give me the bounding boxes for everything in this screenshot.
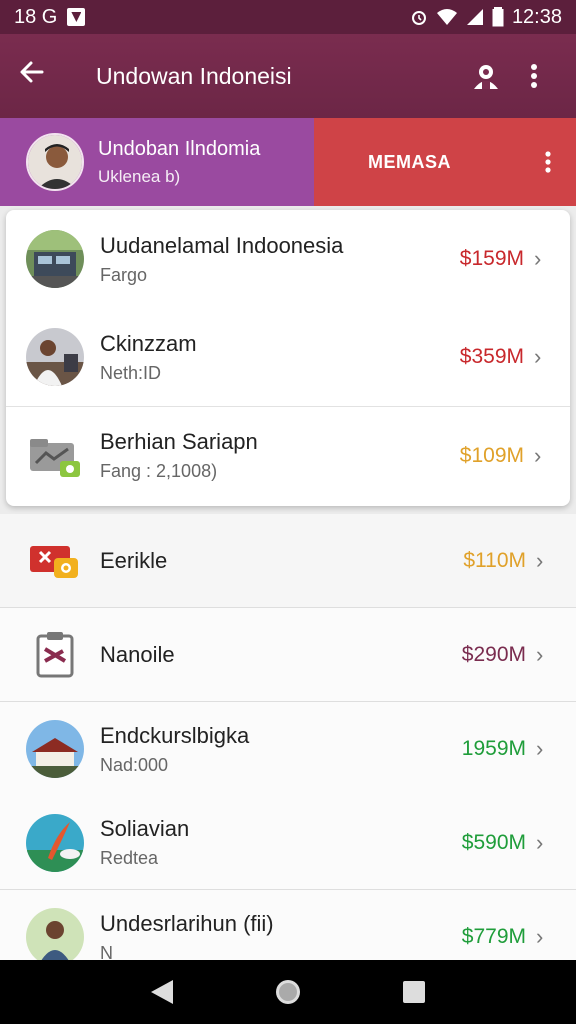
row-sub: Fang : 2,1008) <box>100 461 218 481</box>
row-name: Ckinzzam <box>100 330 197 356</box>
row-sub: Nad:000 <box>100 754 169 775</box>
list-item[interactable]: Uudanelamal Indoonesia Fargo $159M › <box>6 210 570 308</box>
back-arrow-icon[interactable] <box>18 58 66 94</box>
row-amount: $109M <box>459 443 524 467</box>
signal-icon <box>466 9 483 25</box>
row-amount: $290M <box>461 642 526 666</box>
row-amount: $359M <box>459 345 524 368</box>
row-name: Nanoile <box>100 641 175 667</box>
clipboard-icon <box>26 626 84 684</box>
notification-icon <box>67 8 86 26</box>
transaction-list: Eerikle $110M › Nanoile $290M › Endckurs… <box>0 514 576 984</box>
photo-person <box>26 328 84 386</box>
account-name: Undoban Ilndomia <box>98 137 261 160</box>
row-sub: Fargo <box>100 264 148 285</box>
list-item[interactable]: Endckurslbigka Nad:000 1959M › <box>0 702 576 796</box>
account-subtitle: Uklenea b) <box>98 166 181 186</box>
recents-nav-icon[interactable] <box>401 979 427 1005</box>
row-amount: 1959M <box>461 737 526 760</box>
list-item[interactable]: Berhian Sariapn Fang : 2,1008) $109M › <box>6 406 570 504</box>
photo-feather <box>26 813 84 872</box>
photo-house <box>26 720 84 778</box>
account-strip: Undoban Ilndomia Uklenea b) MEMASA <box>0 118 576 206</box>
account-icon[interactable] <box>462 61 510 91</box>
account-action[interactable]: MEMASA <box>314 118 576 206</box>
row-name: Berhian Sariapn <box>100 429 258 454</box>
chevron-right-icon: › <box>536 829 544 855</box>
chevron-right-icon: › <box>534 344 542 369</box>
wallet-icon <box>26 427 84 485</box>
list-item[interactable]: Ckinzzam Neth:ID $359M › <box>6 308 570 406</box>
list-item[interactable]: Nanoile $290M › <box>0 608 576 702</box>
chevron-right-icon: › <box>536 736 544 761</box>
row-amount: $110M <box>463 548 526 572</box>
chevron-right-icon: › <box>536 641 544 667</box>
account-action-label: MEMASA <box>368 151 451 172</box>
back-nav-icon[interactable] <box>149 978 175 1006</box>
chevron-right-icon: › <box>536 547 544 573</box>
chevron-right-icon: › <box>536 924 544 949</box>
home-nav-icon[interactable] <box>273 977 303 1007</box>
row-sub: Redtea <box>100 848 159 868</box>
row-sub: Neth:ID <box>100 362 162 383</box>
status-bar: 18 G 12:38 <box>0 0 576 34</box>
list-item[interactable]: Eerikle $110M › <box>0 514 576 608</box>
app-bar: Undowan Indoneisi <box>0 34 576 118</box>
row-name: Endckurslbigka <box>100 722 250 748</box>
chevron-right-icon: › <box>534 442 542 468</box>
account-profile[interactable]: Undoban Ilndomia Uklenea b) <box>0 118 314 206</box>
more-vert-icon[interactable] <box>510 63 558 89</box>
more-vert-icon[interactable] <box>544 150 552 174</box>
wifi-icon <box>436 9 457 25</box>
row-amount: $159M <box>459 247 524 270</box>
page-title: Undowan Indoneisi <box>96 62 292 89</box>
row-amount: $590M <box>461 830 526 854</box>
status-left-text: 18 G <box>14 5 58 28</box>
chevron-right-icon: › <box>534 246 542 271</box>
row-amount: $779M <box>461 925 526 948</box>
row-name: Soliavian <box>100 816 190 841</box>
status-time: 12:38 <box>511 5 562 28</box>
photo-building <box>26 230 84 288</box>
row-name: Eerikle <box>100 547 168 573</box>
row-name: Uudanelamal Indoonesia <box>100 232 344 258</box>
avatar <box>26 133 84 191</box>
row-name: Undesrlarihun (fii) <box>100 910 274 936</box>
highlighted-card: Uudanelamal Indoonesia Fargo $159M › Cki… <box>6 210 570 506</box>
alarm-icon <box>411 11 426 25</box>
battery-icon <box>492 7 504 27</box>
photo-person <box>26 908 84 966</box>
system-nav-bar <box>0 960 576 1024</box>
card-icon <box>26 532 84 590</box>
list-item[interactable]: Soliavian Redtea $590M › <box>0 796 576 890</box>
